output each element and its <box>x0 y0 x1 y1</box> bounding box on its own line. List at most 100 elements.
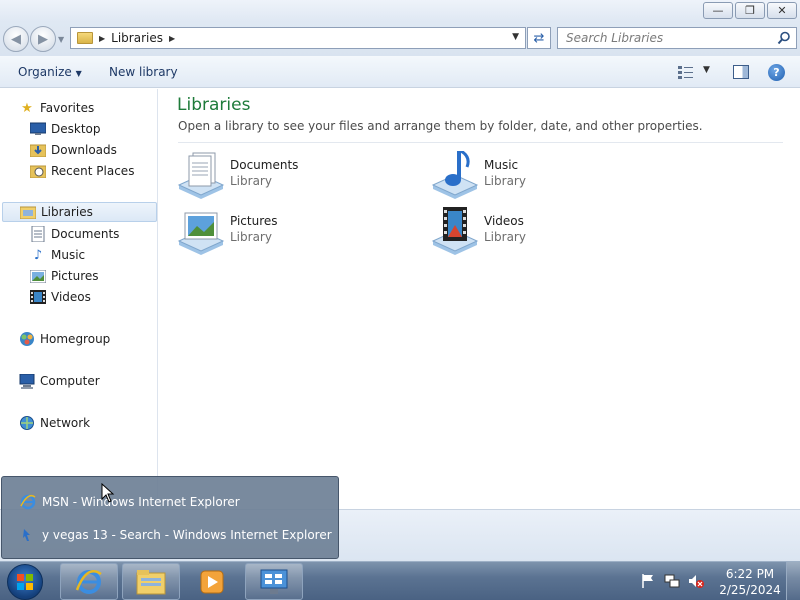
address-bar[interactable]: ▶ Libraries ▶ ▼ <box>70 27 526 49</box>
forward-arrow-icon: ▶ <box>38 31 48 47</box>
breadcrumb-expand-icon[interactable]: ▶ <box>169 34 175 43</box>
network-icon <box>19 415 35 431</box>
window-title-bar: — ❐ ✕ <box>0 0 800 22</box>
desktop-icon <box>30 121 46 137</box>
library-name: Music <box>484 158 519 172</box>
help-icon[interactable]: ? <box>768 64 785 81</box>
new-library-button[interactable]: New library <box>109 65 178 79</box>
start-button[interactable] <box>7 564 43 600</box>
sidebar-item-label: Libraries <box>41 205 93 219</box>
library-item-documents[interactable]: Documents Library <box>177 151 417 199</box>
search-box[interactable] <box>557 27 797 49</box>
divider <box>178 142 783 143</box>
view-options-dropdown[interactable]: ▼ <box>703 65 710 75</box>
music-note-icon: ♪ <box>33 247 43 263</box>
library-item-pictures[interactable]: Pictures Library <box>177 207 417 255</box>
window-list-item-search[interactable]: y vegas 13 - Search - Windows Internet E… <box>20 523 332 547</box>
clock-date: 2/25/2024 <box>719 583 781 597</box>
window-controls: — ❐ ✕ <box>703 2 797 19</box>
minimize-button[interactable]: — <box>703 2 733 19</box>
sidebar-item-computer[interactable]: Computer <box>19 371 100 391</box>
sidebar-item-music[interactable]: ♪ Music <box>30 245 85 265</box>
action-center-flag-icon[interactable] <box>640 573 656 589</box>
pictures-library-icon <box>177 212 225 255</box>
page-title: Libraries <box>177 95 251 115</box>
breadcrumb-separator-icon[interactable]: ▶ <box>99 34 105 43</box>
sidebar-item-label: Network <box>40 416 91 430</box>
restore-icon: ❐ <box>745 4 755 17</box>
network-status-icon[interactable] <box>664 573 680 589</box>
music-library-icon <box>431 151 479 199</box>
window-list-label: y vegas 13 - Search - Windows Internet E… <box>42 528 332 542</box>
close-icon: ✕ <box>777 4 787 17</box>
library-type: Library <box>230 230 272 244</box>
library-name: Documents <box>230 158 299 172</box>
sidebar-item-recent-places[interactable]: Recent Places <box>30 161 134 181</box>
sidebar-item-label: Homegroup <box>40 332 111 346</box>
sidebar-item-favorites[interactable]: ★ Favorites <box>19 98 94 118</box>
search-input[interactable] <box>566 31 766 45</box>
sidebar-item-homegroup[interactable]: Homegroup <box>19 329 110 349</box>
taskbar-control-panel[interactable] <box>245 563 303 600</box>
homegroup-icon <box>19 331 35 347</box>
sidebar-item-label: Documents <box>51 227 120 241</box>
sidebar-item-documents[interactable]: Documents <box>30 224 119 244</box>
close-button[interactable]: ✕ <box>767 2 797 19</box>
window-list-label: MSN - Windows Internet Explorer <box>42 495 240 509</box>
sidebar-item-label: Videos <box>51 290 91 304</box>
restore-button[interactable]: ❐ <box>735 2 765 19</box>
sidebar-item-videos[interactable]: Videos <box>30 287 91 307</box>
show-desktop-button[interactable] <box>786 562 800 600</box>
taskbar: 6:22 PM 2/25/2024 <box>0 561 800 600</box>
sidebar-item-label: Recent Places <box>51 164 135 178</box>
organize-button[interactable]: Organize ▼ <box>18 65 82 79</box>
taskbar-clock[interactable]: 6:22 PM 2/25/2024 <box>716 566 784 598</box>
film-strip-icon <box>30 289 46 305</box>
downloads-folder-icon <box>30 142 46 158</box>
sidebar-item-downloads[interactable]: Downloads <box>30 140 117 160</box>
search-page-icon <box>23 529 30 541</box>
breadcrumb-libraries[interactable]: Libraries <box>111 31 163 45</box>
minimize-icon: — <box>712 4 724 17</box>
forward-button[interactable]: ▶ <box>30 26 56 52</box>
sidebar-item-network[interactable]: Network <box>19 413 90 433</box>
star-icon: ★ <box>21 100 33 116</box>
taskbar-window-list: MSN - Windows Internet Explorer y vegas … <box>1 476 339 559</box>
back-button[interactable]: ◀ <box>3 26 29 52</box>
internet-explorer-icon <box>20 494 36 510</box>
library-name: Pictures <box>230 214 278 228</box>
library-type: Library <box>230 174 272 188</box>
organize-label: Organize <box>18 65 72 79</box>
refresh-button[interactable]: ⇄ <box>527 27 551 49</box>
mouse-pointer-icon <box>101 483 115 503</box>
libraries-folder-icon <box>77 32 93 44</box>
library-item-videos[interactable]: Videos Library <box>431 207 671 255</box>
sidebar-item-label: Music <box>51 248 86 262</box>
sidebar-item-desktop[interactable]: Desktop <box>30 119 101 139</box>
refresh-icon: ⇄ <box>533 30 545 46</box>
taskbar-windows-explorer[interactable] <box>122 563 180 600</box>
computer-icon <box>19 373 35 389</box>
sidebar-item-label: Downloads <box>51 143 117 157</box>
preview-pane-icon[interactable] <box>733 65 749 79</box>
taskbar-media-player[interactable] <box>183 563 241 600</box>
library-item-music[interactable]: Music Library <box>431 151 671 199</box>
change-view-icon[interactable] <box>678 65 694 79</box>
clock-time: 6:22 PM <box>725 567 775 581</box>
recent-places-icon <box>30 163 46 179</box>
recent-pages-dropdown[interactable]: ▼ <box>58 35 64 44</box>
videos-library-icon <box>431 207 479 255</box>
documents-icon <box>30 226 46 242</box>
sidebar-item-libraries[interactable]: Libraries <box>2 202 157 222</box>
sidebar-item-label: Desktop <box>51 122 101 136</box>
window-list-item-msn[interactable]: MSN - Windows Internet Explorer <box>20 490 240 514</box>
address-row: ◀ ▶ ▼ ▶ Libraries ▶ ▼ ⇄ <box>0 22 800 56</box>
sidebar-item-pictures[interactable]: Pictures <box>30 266 99 286</box>
system-tray <box>640 573 704 589</box>
pictures-icon <box>30 268 46 284</box>
taskbar-internet-explorer[interactable] <box>60 563 118 600</box>
search-icon[interactable] <box>777 31 791 45</box>
address-history-dropdown[interactable]: ▼ <box>512 32 519 42</box>
volume-muted-icon[interactable] <box>688 573 704 589</box>
page-description: Open a library to see your files and arr… <box>178 119 703 133</box>
